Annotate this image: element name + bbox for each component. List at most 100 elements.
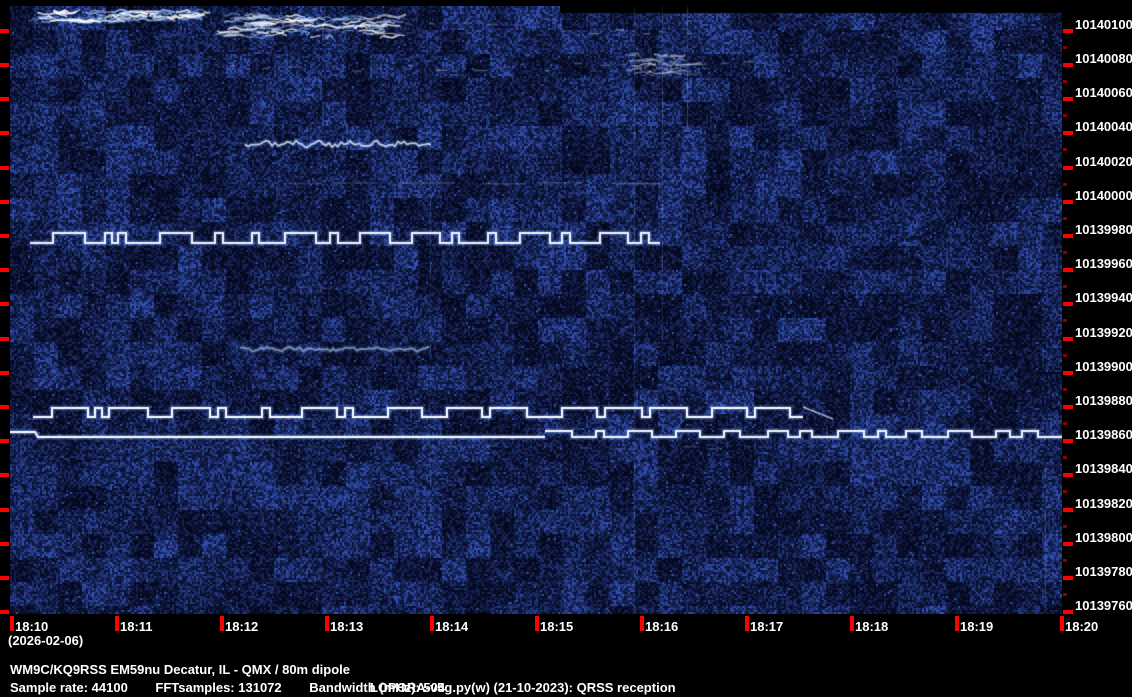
time-tick-label: 18:18 <box>855 619 889 634</box>
freq-tick-right <box>1063 131 1073 135</box>
time-tick <box>10 616 14 631</box>
station-info: WM9C/KQ9RSS EM59nu Decatur, IL - QMX / 8… <box>10 662 350 677</box>
freq-tick-left <box>0 542 9 546</box>
freq-tick-left <box>0 234 9 238</box>
freq-tick-right <box>1063 542 1073 546</box>
time-tick <box>430 616 434 631</box>
freq-tick-right <box>1063 200 1073 204</box>
freq-tick-right <box>1063 576 1073 580</box>
freq-tick-minor <box>1063 456 1067 459</box>
software-version-label: LOPORA-v5g.py(w) (21-10-2023): QRSS rece… <box>370 680 676 695</box>
freq-tick-minor <box>1063 80 1067 83</box>
date-label: (2026-02-06) <box>8 633 84 648</box>
time-tick <box>640 616 644 631</box>
freq-tick-label: 10139940 <box>1075 290 1132 305</box>
freq-tick-minor <box>1063 46 1067 49</box>
freq-tick-left <box>0 337 9 341</box>
freq-tick-label: 10139800 <box>1075 530 1132 545</box>
freq-tick-left <box>0 576 9 580</box>
freq-tick-label: 10139860 <box>1075 427 1132 442</box>
time-tick <box>535 616 539 631</box>
freq-tick-label: 10139900 <box>1075 359 1132 374</box>
freq-tick-minor <box>1063 251 1067 254</box>
fft-samples-label: FFTsamples: 131072 <box>155 680 282 695</box>
time-tick <box>850 616 854 631</box>
freq-tick-label: 10140020 <box>1075 154 1132 169</box>
freq-tick-label: 10139760 <box>1075 598 1132 613</box>
freq-tick-minor <box>1063 114 1067 117</box>
freq-tick-label: 10140060 <box>1075 85 1132 100</box>
freq-tick-minor <box>1063 319 1067 322</box>
freq-tick-right <box>1063 302 1073 306</box>
freq-tick-label: 10139880 <box>1075 393 1132 408</box>
freq-tick-right <box>1063 337 1073 341</box>
freq-tick-right <box>1063 97 1073 101</box>
freq-tick-minor <box>1063 593 1067 596</box>
time-tick <box>745 616 749 631</box>
freq-tick-right <box>1063 234 1073 238</box>
time-tick-label: 18:20 <box>1065 619 1099 634</box>
time-tick-label: 18:11 <box>120 619 153 634</box>
freq-tick-minor <box>1063 490 1067 493</box>
time-tick-label: 18:15 <box>540 619 574 634</box>
freq-tick-minor <box>1063 285 1067 288</box>
sample-rate-label: Sample rate: 44100 <box>10 680 128 695</box>
freq-tick-left <box>0 302 9 306</box>
time-tick <box>325 616 329 631</box>
time-tick-label: 18:14 <box>435 619 469 634</box>
time-tick <box>115 616 119 631</box>
freq-tick-left <box>0 29 9 33</box>
freq-tick-label: 10139960 <box>1075 256 1132 271</box>
freq-tick-minor <box>1063 388 1067 391</box>
freq-tick-label: 10140000 <box>1075 188 1132 203</box>
freq-tick-label: 10139980 <box>1075 222 1132 237</box>
time-tick-label: 18:13 <box>330 619 364 634</box>
freq-tick-right <box>1063 405 1073 409</box>
freq-tick-minor <box>1063 217 1067 220</box>
freq-tick-left <box>0 131 9 135</box>
freq-tick-left <box>0 405 9 409</box>
freq-tick-left <box>0 371 9 375</box>
freq-tick-right <box>1063 63 1073 67</box>
freq-tick-right <box>1063 508 1073 512</box>
time-tick-label: 18:12 <box>225 619 259 634</box>
freq-tick-left <box>0 97 9 101</box>
freq-tick-left <box>0 268 9 272</box>
freq-tick-label: 10140100 <box>1075 17 1132 32</box>
time-tick <box>220 616 224 631</box>
freq-tick-label: 10139920 <box>1075 325 1132 340</box>
time-tick-label: 18:19 <box>960 619 994 634</box>
freq-tick-label: 10139840 <box>1075 461 1132 476</box>
freq-tick-minor <box>1063 525 1067 528</box>
freq-tick-left <box>0 610 9 614</box>
freq-tick-label: 10139820 <box>1075 496 1132 511</box>
freq-tick-minor <box>1063 183 1067 186</box>
freq-tick-left <box>0 166 9 170</box>
freq-tick-right <box>1063 473 1073 477</box>
freq-tick-left <box>0 473 9 477</box>
freq-tick-right <box>1063 610 1073 614</box>
time-tick <box>1060 616 1064 631</box>
capture-params: Sample rate: 44100 FFTsamples: 131072 Ba… <box>10 680 676 695</box>
freq-tick-label: 10140040 <box>1075 119 1132 134</box>
freq-tick-minor <box>1063 354 1067 357</box>
time-tick-label: 18:16 <box>645 619 679 634</box>
freq-tick-right <box>1063 29 1073 33</box>
freq-tick-left <box>0 200 9 204</box>
freq-tick-minor <box>1063 422 1067 425</box>
freq-tick-right <box>1063 268 1073 272</box>
freq-tick-minor <box>1063 559 1067 562</box>
freq-tick-right <box>1063 439 1073 443</box>
time-tick <box>955 616 959 631</box>
time-tick-label: 18:17 <box>750 619 784 634</box>
freq-tick-minor <box>1063 148 1067 151</box>
spectrogram-canvas <box>10 6 1062 614</box>
freq-tick-left <box>0 508 9 512</box>
freq-tick-left <box>0 63 9 67</box>
freq-tick-left <box>0 439 9 443</box>
freq-tick-right <box>1063 371 1073 375</box>
freq-tick-label: 10140080 <box>1075 51 1132 66</box>
spectrogram-panel: 10140100 10140080 10140060 10140040 10140020… <box>0 0 1132 697</box>
freq-tick-right <box>1063 166 1073 170</box>
time-tick-label: 18:10 <box>15 619 49 634</box>
